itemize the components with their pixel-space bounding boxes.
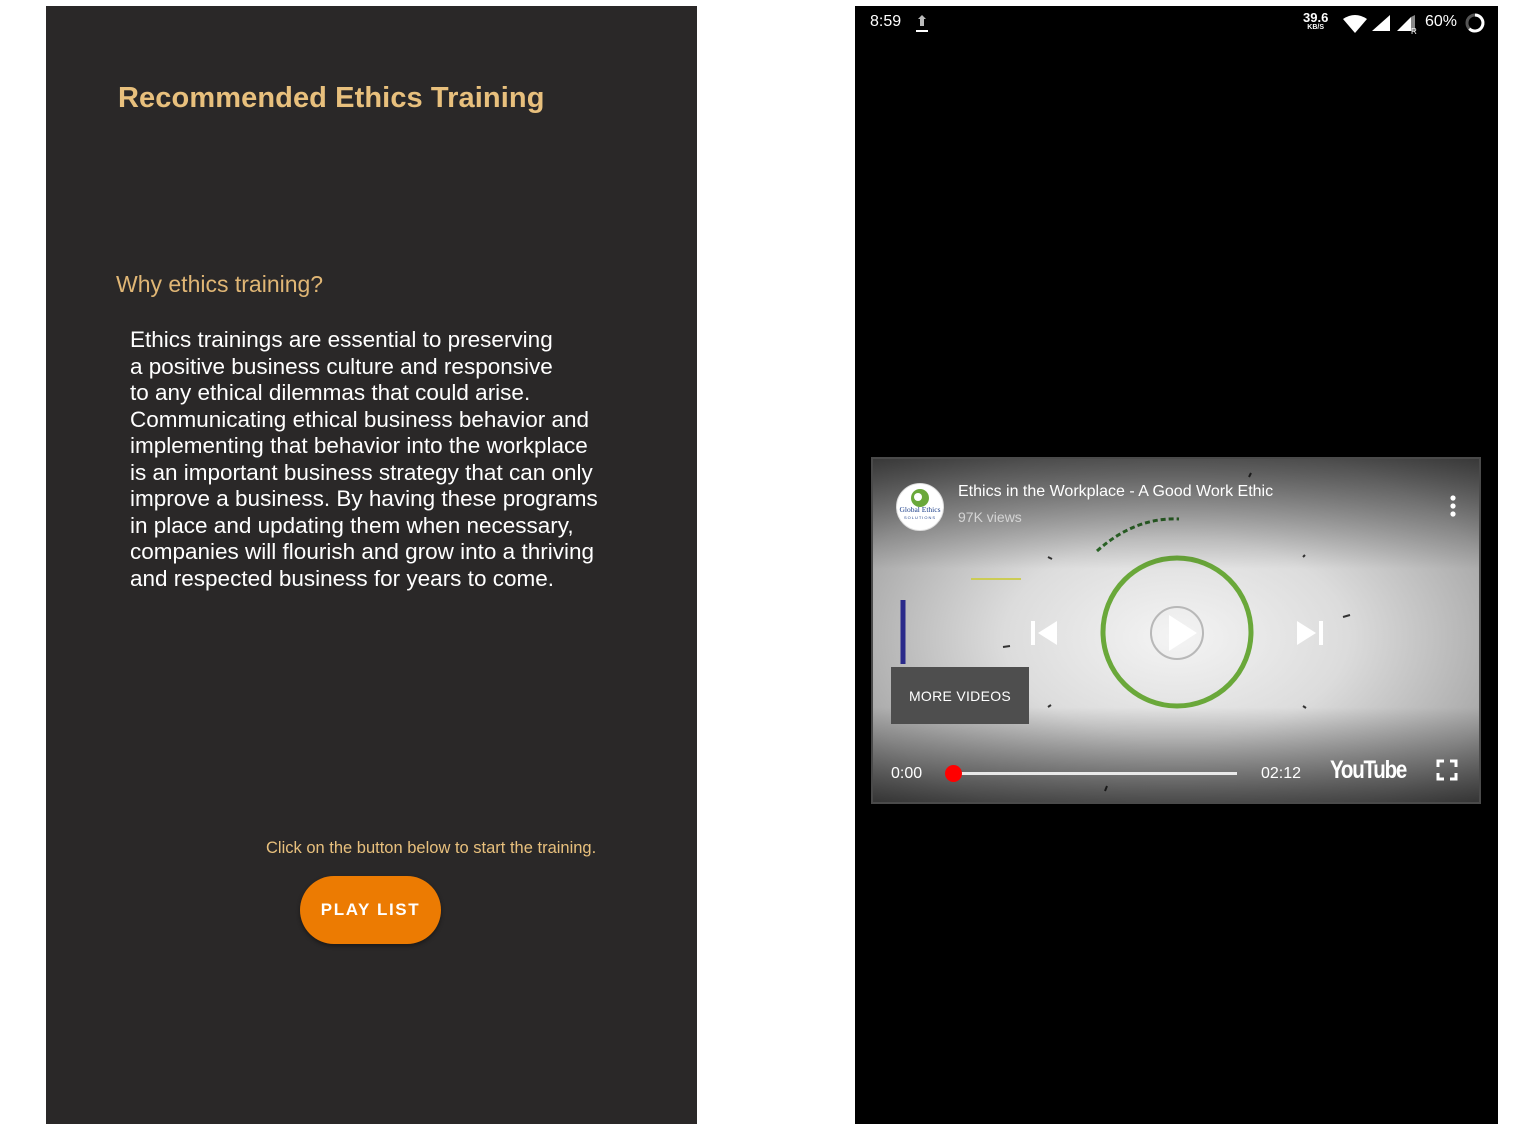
battery-icon [1465,13,1485,33]
more-videos-button[interactable]: MORE VIDEOS [891,667,1029,724]
upload-icon [916,15,928,32]
description-line: implementing that behavior into the work… [130,433,588,458]
description-line: is an important business strategy that c… [130,459,593,485]
current-time: 0:00 [891,765,923,782]
channel-logo-subtext: SOLUTIONS [904,515,936,520]
description-line: to any ethical dilemmas that could arise… [130,380,531,405]
svg-text:R: R [1411,27,1417,34]
play-icon[interactable] [1147,603,1207,663]
wifi-icon [1343,15,1367,33]
description-line: Communicating ethical business behavior … [130,406,590,432]
description-line: a positive business culture and responsi… [130,353,553,379]
signal-roaming-icon: R [1397,15,1417,34]
video-screen: 8:59 39.6 KB/S R 60% Global Ethics SOLUT… [855,6,1498,1124]
description-line: in place and updating them when necessar… [130,512,574,538]
fullscreen-icon[interactable] [1436,759,1458,781]
page-title: Recommended Ethics Training [118,82,545,114]
youtube-logo[interactable]: YouTube [1330,756,1407,785]
description-line: companies will flourish and grow into a … [130,539,594,564]
network-speed: 39.6 KB/S [1303,11,1328,31]
next-icon[interactable] [1295,618,1325,648]
network-speed-value: 39.6 [1303,10,1329,25]
network-speed-unit: KB/S [1307,24,1325,31]
signal-icon [1372,15,1390,31]
more-options-icon[interactable] [1447,493,1459,521]
description-line: Ethics trainings are essential to preser… [130,327,553,352]
status-time: 8:59 [870,13,902,30]
status-bar: 8:59 39.6 KB/S R 60% [855,6,1498,40]
globe-logo-icon: Global Ethics SOLUTIONS [899,489,941,520]
description-line: and respected business for years to come… [130,565,554,591]
progress-handle[interactable] [945,765,962,782]
section-heading: Why ethics training? [116,271,324,297]
total-duration: 02:12 [1261,765,1302,782]
channel-logo[interactable]: Global Ethics SOLUTIONS [896,483,944,531]
video-title[interactable]: Ethics in the Workplace - A Good Work Et… [958,483,1273,501]
video-views: 97K views [958,509,1022,525]
video-player[interactable]: Global Ethics SOLUTIONS Ethics in the Wo… [871,457,1481,804]
play-list-button[interactable]: PLAY LIST [300,876,441,944]
previous-icon[interactable] [1029,618,1059,648]
progress-bar[interactable] [945,765,1237,782]
battery-percent: 60% [1425,13,1458,30]
description-text: Ethics trainings are essential to preser… [130,327,630,592]
start-hint-text: Click on the button below to start the t… [266,839,597,857]
ethics-training-screen: Recommended Ethics Training Why ethics t… [46,6,697,1124]
description-line: improve a business. By having these prog… [130,486,598,511]
channel-logo-text: Global Ethics [899,505,940,514]
